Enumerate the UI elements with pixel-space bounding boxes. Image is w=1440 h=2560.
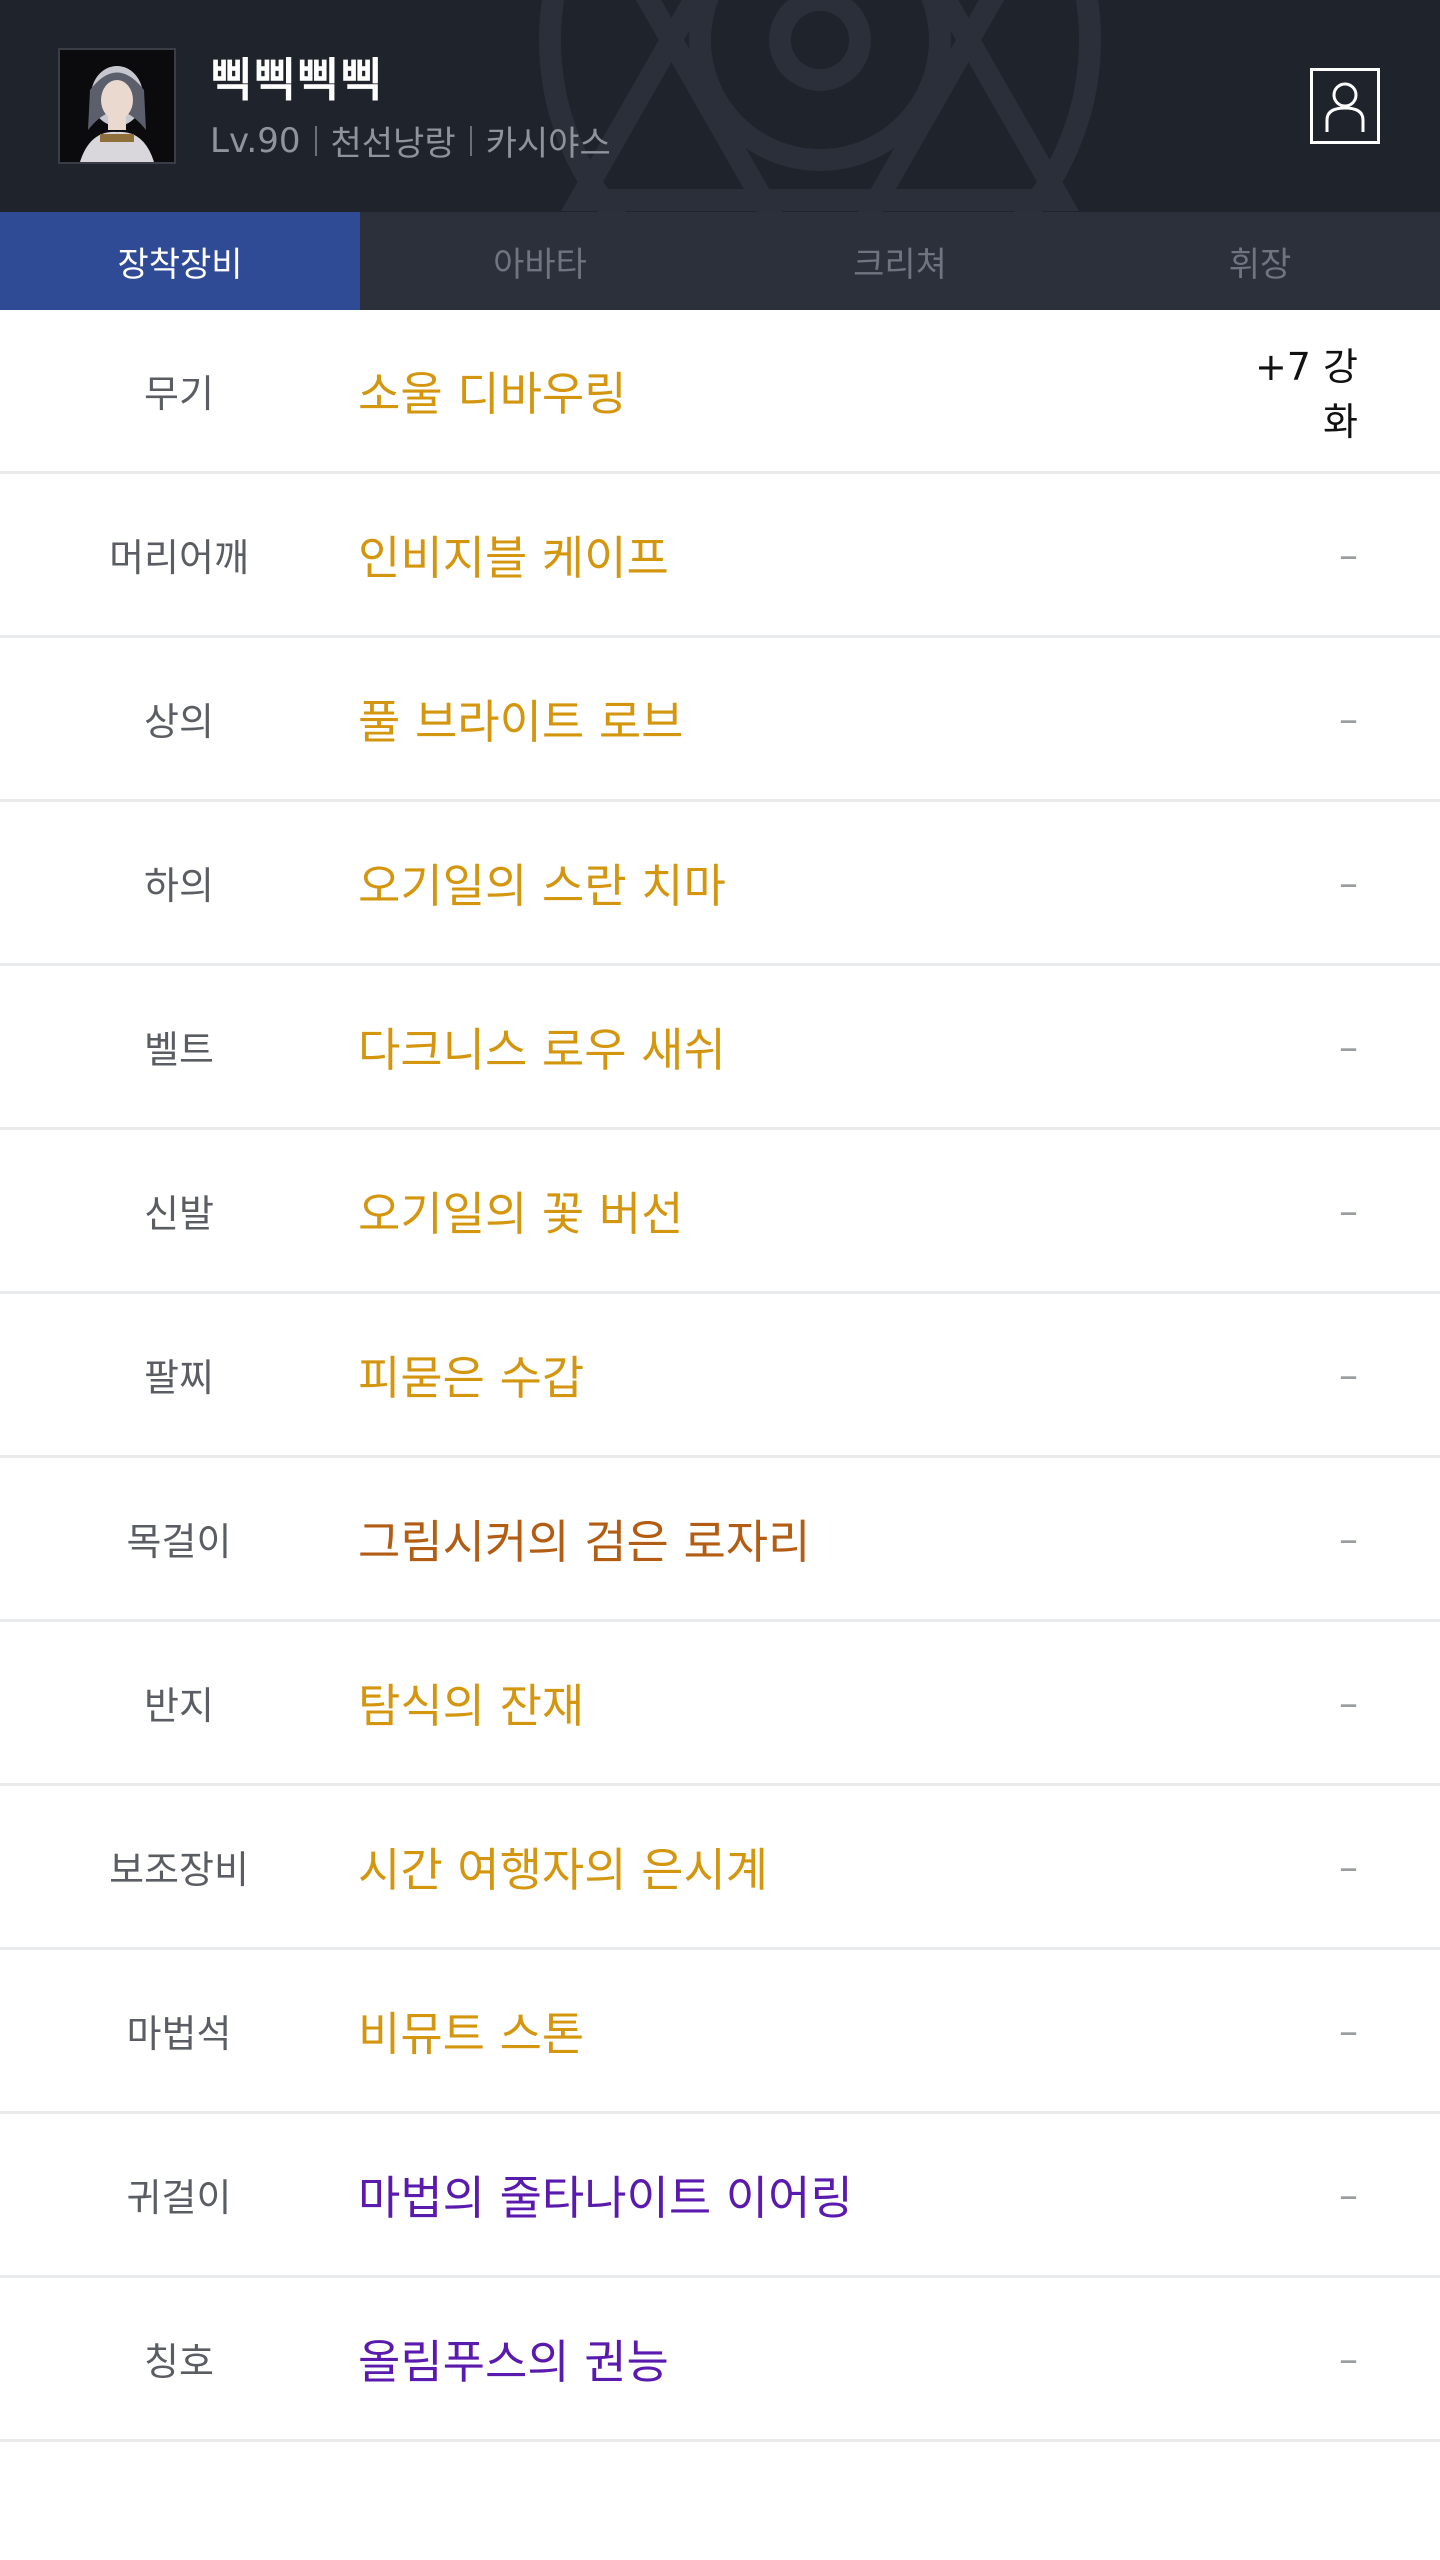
equipment-row-belt[interactable]: 벨트 다크니스 로우 새쉬 – — [0, 966, 1440, 1130]
enhance-level: – — [1339, 1188, 1358, 1233]
item-name: 시간 여행자의 은시계 — [358, 1842, 769, 1897]
slot-label: 벨트 — [144, 1028, 214, 1072]
character-header: 삑삑삑삑 Lv.90 천선낭랑 카시야스 — [0, 0, 1440, 212]
slot-label: 신발 — [144, 1192, 214, 1236]
item-name: 탐식의 잔재 — [358, 1678, 585, 1733]
enhance-level: – — [1339, 2008, 1358, 2053]
enhance-level: – — [1339, 696, 1358, 741]
slot-label: 칭호 — [144, 2340, 214, 2384]
item-name: 다크니스 로우 새쉬 — [358, 1022, 726, 1077]
equipment-row-earring[interactable]: 귀걸이 마법의 줄타나이트 이어링 – — [0, 2114, 1440, 2278]
enhance-level: – — [1339, 1680, 1358, 1725]
equipment-row-bottom[interactable]: 하의 오기일의 스란 치마 – — [0, 802, 1440, 966]
item-name: 오기일의 스란 치마 — [358, 858, 726, 913]
equipment-row-shoes[interactable]: 신발 오기일의 꽃 버선 – — [0, 1130, 1440, 1294]
slot-label: 목걸이 — [126, 1520, 232, 1564]
item-name: 그림시커의 검은 로자리 — [358, 1514, 811, 1569]
equipment-row-support[interactable]: 보조장비 시간 여행자의 은시계 – — [0, 1786, 1440, 1950]
item-name: 소울 디바우링 — [358, 366, 627, 421]
enhance-level: – — [1339, 2172, 1358, 2217]
enhance-level: +7 강화 — [1254, 344, 1358, 444]
slot-label: 반지 — [144, 1684, 214, 1728]
slot-label: 상의 — [144, 700, 214, 744]
character-avatar — [58, 48, 176, 164]
equipment-row-weapon[interactable]: 무기 소울 디바우링 +7 강화 — [0, 310, 1440, 474]
enhance-level: – — [1339, 2336, 1358, 2381]
equipment-row-necklace[interactable]: 목걸이 그림시커의 검은 로자리 – — [0, 1458, 1440, 1622]
equipment-list: 무기 소울 디바우링 +7 강화 머리어깨 인비지블 케이프 – 상의 풀 브라… — [0, 310, 1440, 2442]
profile-button[interactable] — [1310, 68, 1380, 144]
item-name: 풀 브라이트 로브 — [358, 694, 684, 749]
info-divider — [469, 125, 472, 156]
tab-avatar[interactable]: 아바타 — [360, 212, 720, 310]
item-name: 올림푸스의 권능 — [358, 2334, 669, 2389]
character-name: 삑삑삑삑 — [210, 53, 384, 107]
slot-label: 귀걸이 — [126, 2176, 232, 2220]
info-divider — [314, 125, 317, 156]
profile-card-icon — [1325, 82, 1365, 132]
equipment-row-bracelet[interactable]: 팔찌 피묻은 수갑 – — [0, 1294, 1440, 1458]
slot-label: 마법석 — [126, 2012, 232, 2056]
equipment-row-magic-stone[interactable]: 마법석 비뮤트 스톤 – — [0, 1950, 1440, 2114]
slot-label: 머리어깨 — [109, 536, 249, 580]
enhance-level: – — [1339, 860, 1358, 905]
enhance-level: – — [1339, 532, 1358, 577]
slot-label: 무기 — [144, 372, 214, 416]
enhance-level: – — [1339, 1516, 1358, 1561]
tab-emblem[interactable]: 휘장 — [1080, 212, 1440, 310]
background-emblem — [539, 0, 1101, 212]
equipment-row-ring[interactable]: 반지 탐식의 잔재 – — [0, 1622, 1440, 1786]
slot-label: 하의 — [144, 864, 214, 908]
tab-bar: 장착장비 아바타 크리쳐 휘장 — [0, 212, 1440, 310]
enhance-level: – — [1339, 1352, 1358, 1397]
tab-equipped[interactable]: 장착장비 — [0, 212, 360, 310]
enhance-level: – — [1339, 1844, 1358, 1889]
character-level: Lv.90 — [210, 120, 301, 161]
tab-creature[interactable]: 크리쳐 — [720, 212, 1080, 310]
slot-label: 보조장비 — [109, 1848, 249, 1892]
item-name: 비뮤트 스톤 — [358, 2006, 585, 2061]
item-name: 오기일의 꽃 버선 — [358, 1186, 684, 1241]
slot-label: 팔찌 — [144, 1356, 214, 1400]
enhance-level: – — [1339, 1024, 1358, 1069]
item-name: 피묻은 수갑 — [358, 1350, 585, 1405]
character-info: Lv.90 천선낭랑 카시야스 — [210, 116, 611, 165]
character-class: 천선낭랑 — [330, 124, 456, 164]
item-name: 마법의 줄타나이트 이어링 — [358, 2170, 853, 2225]
equipment-row-top[interactable]: 상의 풀 브라이트 로브 – — [0, 638, 1440, 802]
character-server: 카시야스 — [485, 124, 611, 164]
item-name: 인비지블 케이프 — [358, 530, 669, 585]
equipment-row-title[interactable]: 칭호 올림푸스의 권능 – — [0, 2278, 1440, 2442]
equipment-row-shoulder[interactable]: 머리어깨 인비지블 케이프 – — [0, 474, 1440, 638]
